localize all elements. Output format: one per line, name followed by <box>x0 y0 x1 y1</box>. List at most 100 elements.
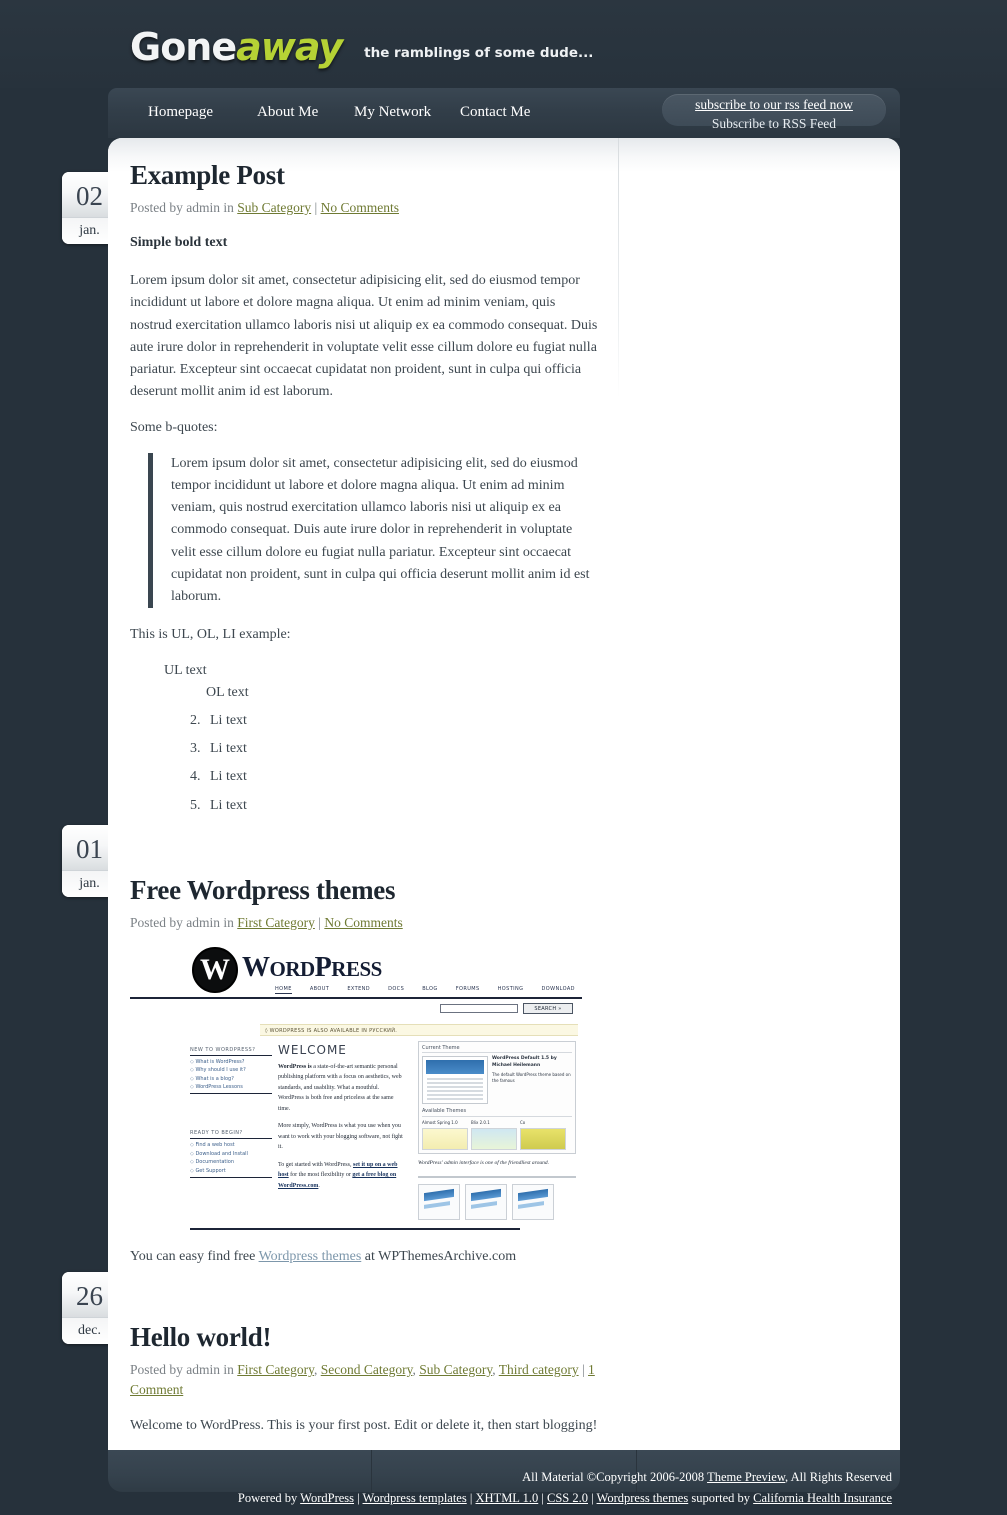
wp-nav-item: BLOG <box>422 985 438 992</box>
wp-paragraph: More simply, WordPress is what you use w… <box>278 1123 403 1151</box>
wp-text: . <box>318 1182 320 1189</box>
wp-theme-description: WordPress Default 1.5 by Michael Heilema… <box>492 1056 572 1104</box>
footer-separator: | <box>588 1491 597 1506</box>
footer-copyright-text: All Material ©Copyright 2006-2008 <box>522 1470 708 1484</box>
wp-panel-heading: Current Theme <box>422 1045 572 1054</box>
post-category-link[interactable]: Sub Category <box>237 200 311 215</box>
post-category-link[interactable]: First Category <box>237 915 315 930</box>
page-root: Goneaway the ramblings of some dude... H… <box>0 0 1007 1515</box>
post-comments-link[interactable]: No Comments <box>321 200 399 215</box>
wp-divider <box>130 996 582 999</box>
wp-theme-thumbnail <box>471 1127 517 1150</box>
wp-text: To get started with WordPress, <box>278 1161 353 1168</box>
post-meta-prefix: Posted by admin in <box>130 1362 238 1378</box>
wp-nav-item: FORUMS <box>455 985 480 992</box>
post-meta: Posted by admin in Sub Category | No Com… <box>130 200 399 215</box>
list-item: Download and Install <box>190 1151 272 1157</box>
main-navigation: Homepage About Me My Network Contact Me … <box>108 88 900 138</box>
post-category-link[interactable]: First Category <box>237 1362 314 1377</box>
list-item: Li text <box>204 710 600 732</box>
wp-thumbnail <box>465 1184 507 1221</box>
post-meta-prefix: Posted by admin in <box>130 914 238 930</box>
wp-theme-thumbnail <box>422 1127 468 1150</box>
post-comments-link[interactable]: No Comments <box>324 915 402 930</box>
wordpress-themes-link[interactable]: Wordpress themes <box>259 1249 362 1264</box>
ul-text: UL text <box>164 663 207 678</box>
wp-divider <box>190 1227 520 1230</box>
footer-credits-line: Powered by WordPress | Wordpress templat… <box>0 1489 892 1507</box>
wp-welcome-column: WELCOME WordPress is a state-of-the-art … <box>278 1043 406 1199</box>
list-item: Documentation <box>190 1159 272 1165</box>
wp-theme-label: Co <box>520 1119 526 1125</box>
post-title[interactable]: Hello world! <box>130 1322 600 1353</box>
wp-theme-label: Almost Spring 1.0 <box>422 1119 458 1125</box>
post-blockquote: Lorem ipsum dolor sit amet, consectetur … <box>148 453 600 608</box>
footer-separator: | <box>354 1491 363 1506</box>
post-text-before: You can easy find free <box>130 1248 259 1264</box>
post-article: Hello world! Posted by admin in First Ca… <box>130 1282 600 1437</box>
wp-available-labels: Almost Spring 1.0 Blix 2.0.1 Co <box>422 1120 572 1125</box>
post-title[interactable]: Free Wordpress themes <box>130 875 600 906</box>
post-bold-line: Simple bold text <box>130 235 228 251</box>
nav-item-contact-me[interactable]: Contact Me <box>460 88 530 121</box>
nav-item-about-me[interactable]: About Me <box>257 88 318 121</box>
list-item: What is WordPress? <box>190 1059 272 1065</box>
footer-themes-link[interactable]: Wordpress themes <box>597 1491 689 1505</box>
wordpress-screenshot-image: WORDPRESS HOME ABOUT EXTEND DOCS BLOG FO… <box>130 946 582 1230</box>
wp-paragraph: WordPress is a state-of-the-art semantic… <box>278 1062 406 1115</box>
rss-subscribe-link[interactable]: subscribe to our rss feed now <box>662 97 886 113</box>
list-item: What is a blog? <box>190 1076 272 1082</box>
wp-theme-blurb: The default WordPress theme based on the… <box>492 1071 571 1083</box>
wp-nav-item: EXTEND <box>347 985 371 992</box>
post-quote-intro: Some b-quotes: <box>130 420 218 436</box>
post-meta: Posted by admin in First Category | No C… <box>130 914 403 930</box>
nav-item-homepage[interactable]: Homepage <box>148 88 213 121</box>
footer-templates-link[interactable]: Wordpress templates <box>363 1491 467 1505</box>
post-content: Welcome to WordPress. This is your first… <box>130 1415 600 1437</box>
nav-item-my-network[interactable]: My Network <box>354 88 431 121</box>
post-category-link[interactable]: Second Category <box>321 1362 413 1377</box>
list-item: Li text <box>204 795 600 817</box>
post-article: Free Wordpress themes Posted by admin in… <box>130 823 600 1268</box>
wp-theme-panel: Current Theme WordPress Default 1.5 by M <box>418 1040 576 1221</box>
footer-sponsor-link[interactable]: California Health Insurance <box>753 1491 892 1505</box>
wp-paragraph: To get started with WordPress, set it up… <box>278 1160 406 1192</box>
wp-text: for the most flexibility or <box>288 1172 353 1179</box>
list-item: Li text <box>204 738 600 760</box>
post-article: Example Post Posted by admin in Sub Cate… <box>130 138 600 817</box>
footer-wordpress-link[interactable]: WordPress <box>300 1491 354 1505</box>
wp-paragraph-rest: a state-of-the-art semantic personal pub… <box>278 1063 402 1112</box>
post-meta: Posted by admin in First Category, Secon… <box>130 1362 595 1398</box>
post-category-link[interactable]: Sub Category <box>419 1362 492 1377</box>
wordpress-logo-icon <box>192 946 238 993</box>
footer-theme-preview-link[interactable]: Theme Preview <box>707 1470 785 1484</box>
wp-header: WORDPRESS HOME ABOUT EXTEND DOCS BLOG FO… <box>130 946 582 999</box>
wp-search-button: SEARCH » <box>523 1002 573 1014</box>
list-item: Why should I use it? <box>190 1067 272 1073</box>
post-category-link[interactable]: Third category <box>499 1362 579 1377</box>
site-header: Goneaway the ramblings of some dude... <box>0 0 1007 88</box>
wp-nav-item: HOME <box>275 985 292 994</box>
post-demo-ordered-list: OL text Li text Li text Li text Li text <box>182 682 600 817</box>
post-list-intro: This is UL, OL, LI example: <box>130 626 291 642</box>
content-panel: Example Post Posted by admin in Sub Cate… <box>108 138 900 1450</box>
list-item: Find a web host <box>190 1142 272 1148</box>
wp-theme-row: WordPress Default 1.5 by Michael Heilema… <box>422 1056 572 1105</box>
wp-divider <box>190 1176 272 1178</box>
post-text-after: at WPThemesArchive.com <box>361 1248 517 1264</box>
footer-powered-by-text: Powered by <box>237 1491 301 1506</box>
wp-theme-name: WordPress Default 1.5 by Michael Heilema… <box>492 1056 557 1069</box>
post-title[interactable]: Example Post <box>130 160 600 191</box>
post-blockquote-text: Lorem ipsum dolor sit amet, consectetur … <box>171 456 590 604</box>
rss-subscribe-button[interactable]: subscribe to our rss feed now Subscribe … <box>662 94 886 131</box>
site-logo[interactable]: Goneaway the ramblings of some dude... <box>130 28 593 66</box>
wordmark-ress: RESS <box>331 956 382 981</box>
post-meta-prefix: Posted by admin in <box>130 200 238 215</box>
wp-nav-item: HOSTING <box>497 985 524 992</box>
wp-available-themes-row <box>422 1127 572 1150</box>
wp-thumbnail <box>512 1184 554 1221</box>
post-paragraph: You can easy find free Wordpress themes … <box>130 1246 600 1268</box>
wp-image-caption: WordPress' admin interface is one of the… <box>418 1159 549 1166</box>
footer-css-link[interactable]: CSS 2.0 <box>547 1491 588 1505</box>
footer-xhtml-link[interactable]: XHTML 1.0 <box>476 1491 539 1505</box>
